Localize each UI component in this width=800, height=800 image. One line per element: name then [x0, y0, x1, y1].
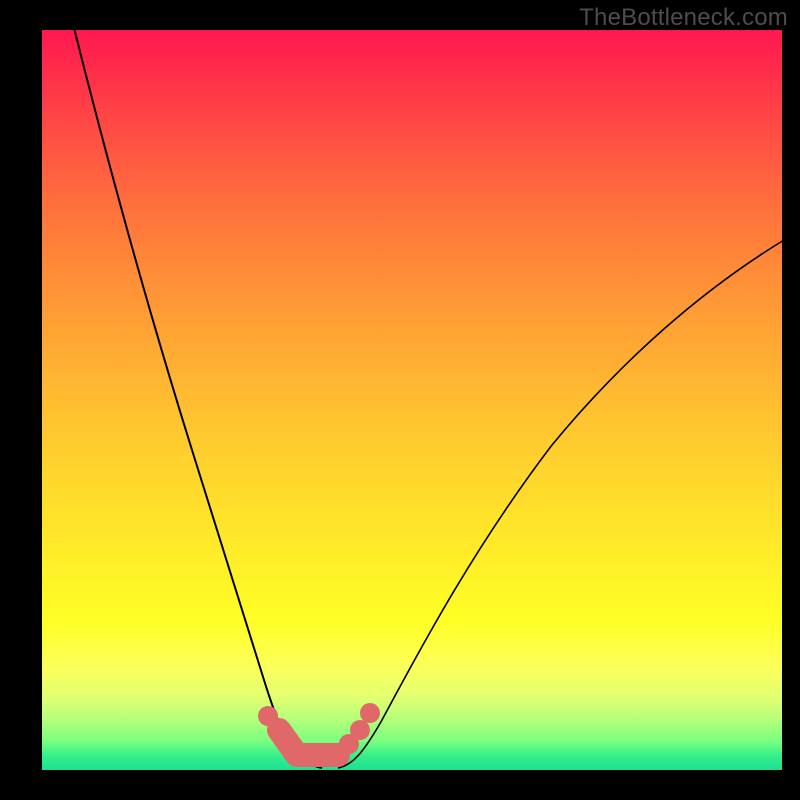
plot-area: [42, 30, 782, 770]
marker-dot: [360, 703, 380, 723]
optimal-marker-blob: [279, 730, 338, 755]
watermark-text: TheBottleneck.com: [579, 4, 788, 32]
marker-dot: [258, 706, 278, 726]
marker-dot: [350, 720, 370, 740]
chart-svg: [42, 30, 782, 770]
right-curve: [338, 240, 784, 768]
left-curve: [72, 20, 322, 768]
chart-frame: TheBottleneck.com: [0, 0, 800, 800]
